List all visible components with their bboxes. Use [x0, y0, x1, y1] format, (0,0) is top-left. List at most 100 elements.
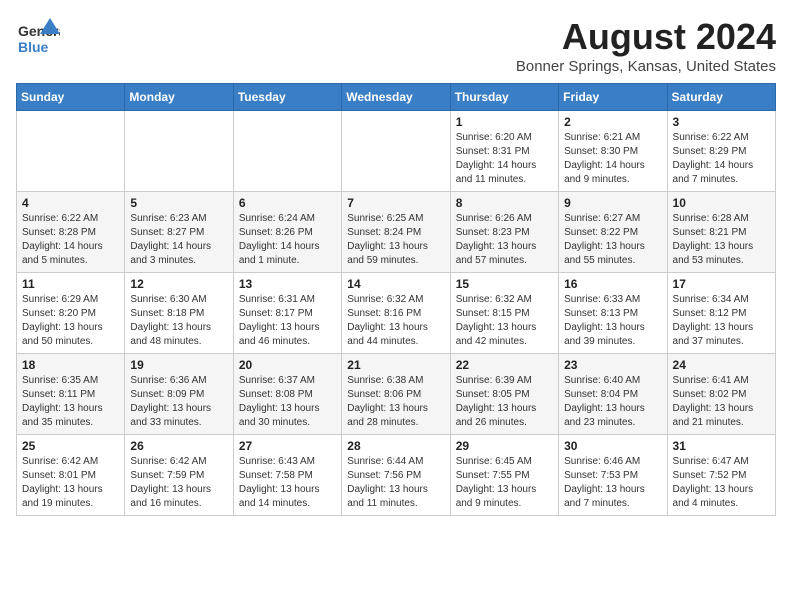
day-info: Sunrise: 6:25 AMSunset: 8:24 PMDaylight:…: [347, 212, 444, 268]
day-info: Sunrise: 6:37 AMSunset: 8:08 PMDaylight:…: [239, 374, 336, 430]
day-number: 16: [564, 277, 661, 291]
day-number: 17: [673, 277, 770, 291]
day-info: Sunrise: 6:35 AMSunset: 8:11 PMDaylight:…: [22, 374, 119, 430]
day-info: Sunrise: 6:46 AMSunset: 7:53 PMDaylight:…: [564, 455, 661, 511]
calendar-cell: [342, 111, 450, 192]
calendar-week-row: 4 Sunrise: 6:22 AMSunset: 8:28 PMDaylight…: [17, 192, 776, 273]
day-number: 19: [130, 358, 227, 372]
day-info: Sunrise: 6:47 AMSunset: 7:52 PMDaylight:…: [673, 455, 770, 511]
day-info: Sunrise: 6:23 AMSunset: 8:27 PMDaylight:…: [130, 212, 227, 268]
day-info: Sunrise: 6:30 AMSunset: 8:18 PMDaylight:…: [130, 293, 227, 349]
calendar-cell: 2Sunrise: 6:21 AMSunset: 8:30 PMDaylight…: [559, 111, 667, 192]
day-number: 26: [130, 439, 227, 453]
calendar-cell: [17, 111, 125, 192]
calendar-cell: 15Sunrise: 6:32 AMSunset: 8:15 PMDayligh…: [450, 273, 558, 354]
calendar-cell: 14Sunrise: 6:32 AMSunset: 8:16 PMDayligh…: [342, 273, 450, 354]
day-info: Sunrise: 6:44 AMSunset: 7:56 PMDaylight:…: [347, 455, 444, 511]
calendar-cell: 4 Sunrise: 6:22 AMSunset: 8:28 PMDaylight…: [17, 192, 125, 273]
logo: General Blue: [16, 16, 60, 60]
day-info: Sunrise: 6:40 AMSunset: 8:04 PMDaylight:…: [564, 374, 661, 430]
day-info: Sunrise: 6:24 AMSunset: 8:26 PMDaylight:…: [239, 212, 336, 268]
calendar-day-header: Monday: [125, 84, 233, 111]
subtitle: Bonner Springs, Kansas, United States: [516, 58, 776, 75]
day-number: 29: [456, 439, 553, 453]
day-info: Sunrise: 6:39 AMSunset: 8:05 PMDaylight:…: [456, 374, 553, 430]
day-number: 12: [130, 277, 227, 291]
calendar-cell: 12 Sunrise: 6:30 AMSunset: 8:18 PMDayligh…: [125, 273, 233, 354]
calendar-cell: 24 Sunrise: 6:41 AMSunset: 8:02 PMDayligh…: [667, 354, 775, 435]
calendar-week-row: 18 Sunrise: 6:35 AMSunset: 8:11 PMDayligh…: [17, 354, 776, 435]
calendar-cell: 16 Sunrise: 6:33 AMSunset: 8:13 PMDayligh…: [559, 273, 667, 354]
day-info: Sunrise: 6:38 AMSunset: 8:06 PMDaylight:…: [347, 374, 444, 430]
calendar-cell: 19 Sunrise: 6:36 AMSunset: 8:09 PMDayligh…: [125, 354, 233, 435]
calendar-cell: 8 Sunrise: 6:26 AMSunset: 8:23 PMDaylight…: [450, 192, 558, 273]
calendar-cell: [233, 111, 341, 192]
calendar-cell: 6 Sunrise: 6:24 AMSunset: 8:26 PMDaylight…: [233, 192, 341, 273]
day-info: Sunrise: 6:26 AMSunset: 8:23 PMDaylight:…: [456, 212, 553, 268]
calendar-cell: 18 Sunrise: 6:35 AMSunset: 8:11 PMDayligh…: [17, 354, 125, 435]
day-info: Sunrise: 6:28 AMSunset: 8:21 PMDaylight:…: [673, 212, 770, 268]
calendar-cell: 26Sunrise: 6:42 AMSunset: 7:59 PMDayligh…: [125, 435, 233, 516]
day-info: Sunrise: 6:41 AMSunset: 8:02 PMDaylight:…: [673, 374, 770, 430]
calendar-cell: 20Sunrise: 6:37 AMSunset: 8:08 PMDayligh…: [233, 354, 341, 435]
calendar-day-header: Saturday: [667, 84, 775, 111]
calendar-cell: 30Sunrise: 6:46 AMSunset: 7:53 PMDayligh…: [559, 435, 667, 516]
svg-text:Blue: Blue: [18, 39, 49, 55]
calendar-cell: [125, 111, 233, 192]
calendar-table: SundayMondayTuesdayWednesdayThursdayFrid…: [16, 83, 776, 516]
calendar-day-header: Thursday: [450, 84, 558, 111]
day-number: 24: [673, 358, 770, 372]
day-info: Sunrise: 6:32 AMSunset: 8:16 PMDaylight:…: [347, 293, 444, 349]
calendar-header: SundayMondayTuesdayWednesdayThursdayFrid…: [17, 84, 776, 111]
logo-svg: General Blue: [16, 16, 60, 60]
calendar-week-row: 1 Sunrise: 6:20 AMSunset: 8:31 PMDaylight…: [17, 111, 776, 192]
day-number: 18: [22, 358, 119, 372]
day-number: 7: [347, 196, 444, 210]
calendar-body: 1 Sunrise: 6:20 AMSunset: 8:31 PMDaylight…: [17, 111, 776, 516]
day-number: 5: [130, 196, 227, 210]
day-info: Sunrise: 6:21 AMSunset: 8:30 PMDaylight:…: [564, 131, 661, 187]
main-title: August 2024: [516, 16, 776, 58]
logo-icon: General Blue: [16, 16, 60, 60]
day-number: 9: [564, 196, 661, 210]
title-block: August 2024 Bonner Springs, Kansas, Unit…: [516, 16, 776, 75]
calendar-cell: 10 Sunrise: 6:28 AMSunset: 8:21 PMDayligh…: [667, 192, 775, 273]
day-number: 28: [347, 439, 444, 453]
day-number: 6: [239, 196, 336, 210]
calendar-cell: 1 Sunrise: 6:20 AMSunset: 8:31 PMDaylight…: [450, 111, 558, 192]
day-number: 3: [673, 115, 770, 129]
day-number: 10: [673, 196, 770, 210]
day-number: 13: [239, 277, 336, 291]
day-info: Sunrise: 6:45 AMSunset: 7:55 PMDaylight:…: [456, 455, 553, 511]
day-number: 8: [456, 196, 553, 210]
calendar-cell: 25Sunrise: 6:42 AMSunset: 8:01 PMDayligh…: [17, 435, 125, 516]
calendar-cell: 17 Sunrise: 6:34 AMSunset: 8:12 PMDayligh…: [667, 273, 775, 354]
day-number: 11: [22, 277, 119, 291]
day-number: 4: [22, 196, 119, 210]
calendar-day-header: Friday: [559, 84, 667, 111]
day-info: Sunrise: 6:33 AMSunset: 8:13 PMDaylight:…: [564, 293, 661, 349]
calendar-week-row: 11 Sunrise: 6:29 AMSunset: 8:20 PMDayligh…: [17, 273, 776, 354]
day-info: Sunrise: 6:34 AMSunset: 8:12 PMDaylight:…: [673, 293, 770, 349]
calendar-cell: 9 Sunrise: 6:27 AMSunset: 8:22 PMDaylight…: [559, 192, 667, 273]
calendar-cell: 28 Sunrise: 6:44 AMSunset: 7:56 PMDayligh…: [342, 435, 450, 516]
page-header: General Blue August 2024 Bonner Springs,…: [16, 16, 776, 75]
day-number: 1: [456, 115, 553, 129]
day-info: Sunrise: 6:29 AMSunset: 8:20 PMDaylight:…: [22, 293, 119, 349]
day-number: 23: [564, 358, 661, 372]
day-info: Sunrise: 6:42 AMSunset: 8:01 PMDaylight:…: [22, 455, 119, 511]
day-number: 27: [239, 439, 336, 453]
calendar-cell: 5 Sunrise: 6:23 AMSunset: 8:27 PMDaylight…: [125, 192, 233, 273]
calendar-cell: 11 Sunrise: 6:29 AMSunset: 8:20 PMDayligh…: [17, 273, 125, 354]
calendar-cell: 31Sunrise: 6:47 AMSunset: 7:52 PMDayligh…: [667, 435, 775, 516]
day-info: Sunrise: 6:22 AMSunset: 8:29 PMDaylight:…: [673, 131, 770, 187]
day-info: Sunrise: 6:36 AMSunset: 8:09 PMDaylight:…: [130, 374, 227, 430]
day-info: Sunrise: 6:31 AMSunset: 8:17 PMDaylight:…: [239, 293, 336, 349]
day-info: Sunrise: 6:27 AMSunset: 8:22 PMDaylight:…: [564, 212, 661, 268]
day-info: Sunrise: 6:20 AMSunset: 8:31 PMDaylight:…: [456, 131, 553, 187]
day-number: 22: [456, 358, 553, 372]
day-number: 15: [456, 277, 553, 291]
day-info: Sunrise: 6:22 AMSunset: 8:28 PMDaylight:…: [22, 212, 119, 268]
calendar-week-row: 25Sunrise: 6:42 AMSunset: 8:01 PMDayligh…: [17, 435, 776, 516]
day-number: 21: [347, 358, 444, 372]
